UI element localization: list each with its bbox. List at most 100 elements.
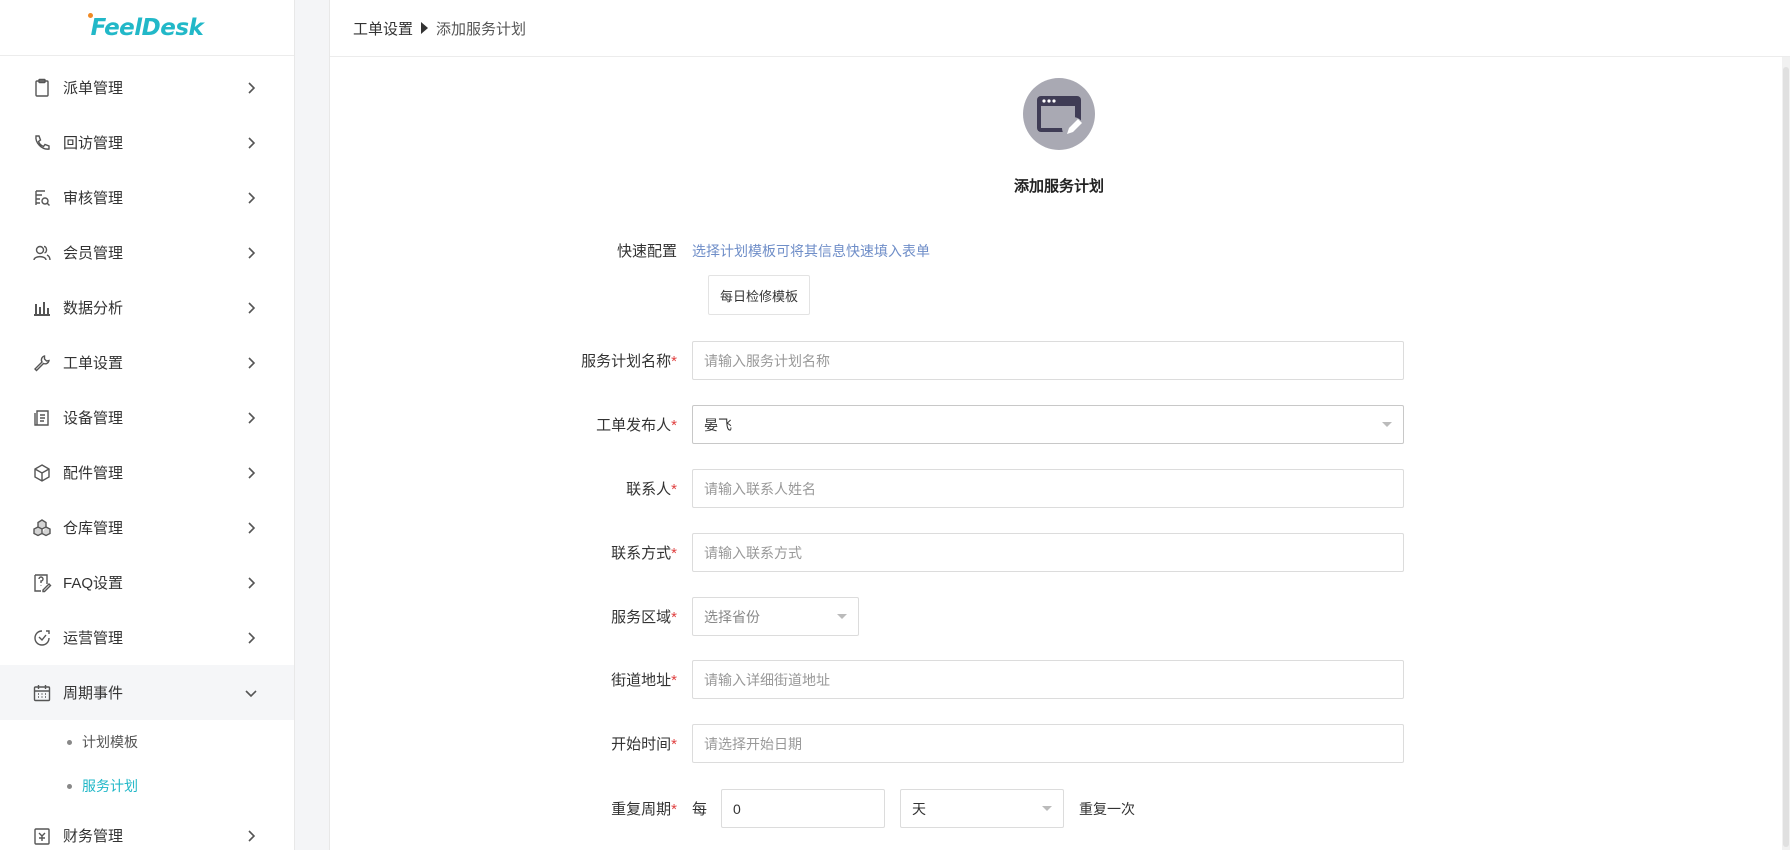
wrench-icon	[32, 353, 52, 373]
chevron-right-icon	[244, 81, 258, 95]
repeat-once-label: 重复一次	[1079, 800, 1136, 817]
required-mark: *	[671, 353, 677, 370]
publisher-label: 工单发布人*	[330, 414, 692, 435]
sidebar-item-analytics[interactable]: 数据分析	[0, 280, 294, 335]
sidebar-item-finance[interactable]: 财务管理	[0, 808, 294, 850]
bullet-icon	[67, 783, 72, 789]
sidebar-item-devices[interactable]: 设备管理	[0, 390, 294, 445]
scrollbar-thumb[interactable]	[1783, 67, 1789, 847]
contact-method-label-text: 联系方式	[611, 545, 672, 562]
chevron-right-icon	[244, 466, 258, 480]
every-label: 每	[692, 801, 708, 818]
sidebar-item-warehouse[interactable]: 仓库管理	[0, 500, 294, 555]
contact-label: 联系人*	[330, 478, 692, 499]
sidebar-item-ticket-settings[interactable]: 工单设置	[0, 335, 294, 390]
sidebar-item-operations[interactable]: 运营管理	[0, 610, 294, 665]
sidebar-item-label: 审核管理	[63, 190, 124, 207]
chevron-right-icon	[244, 191, 258, 205]
contact-method-label: 联系方式*	[330, 542, 692, 563]
plan-name-input[interactable]: 请输入服务计划名称	[692, 341, 1404, 380]
sidebar-item-label: 财务管理	[63, 828, 124, 845]
required-mark: *	[671, 609, 677, 626]
scrollbar[interactable]	[1782, 57, 1790, 850]
contact-method-input[interactable]: 请输入联系方式	[692, 533, 1404, 572]
logo[interactable]: FeelDesk	[0, 0, 294, 56]
chevron-right-icon	[244, 246, 258, 260]
required-mark: *	[671, 736, 677, 753]
start-date-picker[interactable]: 请选择开始日期	[692, 724, 1404, 763]
required-mark: *	[671, 801, 677, 818]
breadcrumb-current: 添加服务计划	[436, 20, 527, 38]
chevron-right-icon	[244, 136, 258, 150]
submenu-item-label: 计划模板	[82, 734, 138, 750]
sidebar-item-label: 周期事件	[63, 685, 124, 702]
warehouse-icon	[32, 518, 52, 538]
box-icon	[32, 463, 52, 483]
required-mark: *	[671, 417, 677, 434]
repeat-unit-value: 天	[912, 800, 927, 817]
clipboard-icon	[32, 78, 52, 98]
publisher-select[interactable]: 晏飞	[692, 405, 1404, 444]
dropdown-arrow-icon	[1042, 806, 1053, 811]
chevron-right-icon	[244, 356, 258, 370]
chevron-right-icon	[244, 631, 258, 645]
sidebar-item-label: 运营管理	[63, 630, 124, 647]
submenu-item-label: 服务计划	[82, 778, 138, 794]
operations-icon	[32, 628, 52, 648]
sidebar-item-faq[interactable]: FAQ设置	[0, 555, 294, 610]
submenu-item-plan-template[interactable]: 计划模板	[0, 720, 294, 764]
contact-input[interactable]: 请输入联系人姓名	[692, 469, 1404, 508]
breadcrumb: 工单设置 添加服务计划	[330, 0, 1790, 57]
repeat-cycle-label: 重复周期*	[330, 798, 692, 819]
contact-label-text: 联系人	[626, 481, 672, 498]
sidebar-item-label: 回访管理	[63, 135, 124, 152]
daily-maintenance-template-button[interactable]: 每日检修模板	[708, 275, 811, 315]
quick-config-hint: 选择计划模板可将其信息快速填入表单	[692, 242, 930, 259]
phone-icon	[32, 133, 52, 153]
province-select[interactable]: 选择省份	[692, 597, 859, 636]
logo-dot	[87, 12, 93, 18]
main-content: 工单设置 添加服务计划 添加服务计划 快速配置 选择计划模板可将其信息快速填入表…	[329, 0, 1790, 850]
bullet-icon	[67, 739, 72, 745]
sidebar-item-label: 派单管理	[63, 80, 124, 97]
sidebar-item-return-visit[interactable]: 回访管理	[0, 115, 294, 170]
logo-label: FeelDesk	[90, 14, 204, 41]
sidebar-item-label: 会员管理	[63, 245, 124, 262]
repeat-count-input[interactable]: 0	[721, 789, 886, 828]
plan-name-label-text: 服务计划名称	[581, 353, 672, 370]
sidebar-item-periodic-events[interactable]: 周期事件	[0, 665, 294, 720]
quick-config-label: 快速配置	[330, 240, 692, 261]
sidebar-item-dispatch[interactable]: 派单管理	[0, 60, 294, 115]
finance-icon	[32, 826, 52, 846]
quick-config-row: 快速配置 选择计划模板可将其信息快速填入表单	[330, 240, 930, 261]
repeat-cycle-label-text: 重复周期	[611, 801, 672, 818]
sidebar-item-label: 设备管理	[63, 410, 124, 427]
sidebar-item-label: 仓库管理	[63, 520, 124, 537]
sidebar-item-audit[interactable]: 审核管理	[0, 170, 294, 225]
dropdown-arrow-icon	[837, 614, 847, 619]
bar-chart-icon	[32, 298, 52, 318]
start-time-row: 开始时间* 请选择开始日期	[330, 724, 1404, 763]
repeat-unit-select[interactable]: 天	[900, 789, 1065, 828]
users-icon	[32, 243, 52, 263]
required-mark: *	[671, 545, 677, 562]
street-address-input[interactable]: 请输入详细街道地址	[692, 660, 1404, 699]
sidebar-item-members[interactable]: 会员管理	[0, 225, 294, 280]
publisher-row: 工单发布人* 晏飞	[330, 405, 1404, 444]
breadcrumb-root[interactable]: 工单设置	[353, 18, 413, 39]
dropdown-arrow-icon	[1382, 422, 1392, 427]
device-icon	[32, 408, 52, 428]
logo-text: FeelDesk	[87, 12, 204, 41]
required-mark: *	[671, 672, 677, 689]
calendar-icon	[32, 683, 52, 703]
province-placeholder: 选择省份	[704, 608, 760, 625]
sidebar-item-label: 配件管理	[63, 465, 124, 482]
sidebar-item-parts[interactable]: 配件管理	[0, 445, 294, 500]
chevron-down-icon	[244, 686, 258, 700]
submenu-item-service-plan[interactable]: 服务计划	[0, 764, 294, 808]
required-mark: *	[671, 481, 677, 498]
audit-icon	[32, 188, 52, 208]
chevron-right-icon	[244, 576, 258, 590]
chevron-right-icon	[244, 411, 258, 425]
contact-row: 联系人* 请输入联系人姓名	[330, 469, 1404, 508]
